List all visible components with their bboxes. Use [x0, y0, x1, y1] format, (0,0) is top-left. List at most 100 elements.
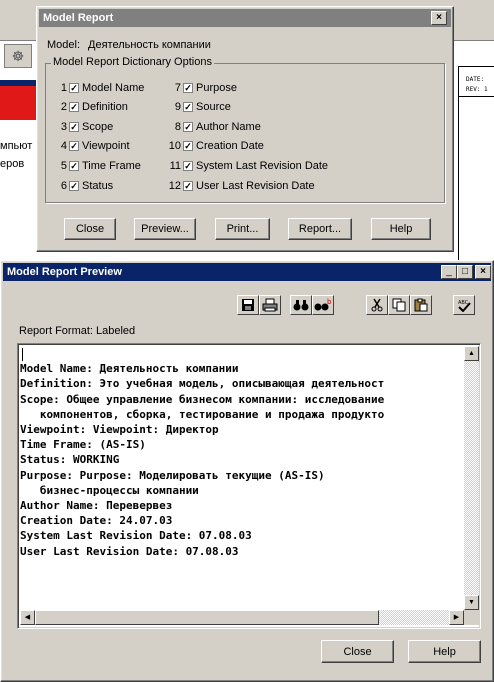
print-button[interactable]: Print... — [215, 218, 270, 240]
close-button[interactable]: Close — [64, 218, 116, 240]
checkbox-checked-icon[interactable]: ✓ — [183, 161, 193, 171]
report-text-area[interactable]: Model Name: Деятельность компании Definit… — [17, 343, 481, 629]
option-number: 10 — [168, 140, 181, 152]
checkbox-checked-icon[interactable]: ✓ — [69, 122, 79, 132]
dictionary-options-label: Model Report Dictionary Options — [51, 56, 214, 68]
preview-close-button[interactable]: Close — [321, 640, 394, 663]
option-label: Time Frame — [82, 160, 141, 172]
report-line: Model Name: Деятельность компании — [20, 362, 239, 376]
report-button[interactable]: Report... — [288, 218, 352, 240]
maximize-icon[interactable]: □ — [457, 265, 473, 279]
save-icon[interactable] — [237, 295, 259, 315]
option-definition[interactable]: 2 ✓ Definition — [59, 101, 128, 113]
option-author-name[interactable]: 8 ✓ Author Name — [167, 121, 261, 133]
report-line: User Last Revision Date: 07.08.03 — [20, 544, 239, 558]
checkbox-checked-icon[interactable]: ✓ — [69, 102, 79, 112]
option-label: Status — [82, 180, 114, 192]
preview-title: Model Report Preview — [7, 266, 122, 278]
option-number: 2 — [60, 101, 67, 113]
option-number: 11 — [169, 160, 181, 172]
checkbox-checked-icon[interactable]: ✓ — [183, 102, 193, 112]
background-date-label: DATE: — [466, 76, 485, 83]
report-line: компонентов, сборка, тестирование и прод… — [20, 407, 385, 421]
option-label: Source — [196, 101, 231, 113]
checkbox-checked-icon[interactable]: ✓ — [183, 122, 193, 132]
option-status[interactable]: 6 ✓ Status — [59, 180, 113, 192]
background-left-text-2: еров — [0, 158, 25, 170]
scroll-right-icon[interactable]: ▶ — [449, 610, 464, 625]
paste-icon[interactable] — [410, 295, 432, 315]
option-scope[interactable]: 3 ✓ Scope — [59, 121, 113, 133]
option-number: 3 — [60, 121, 67, 133]
model-report-title: Model Report — [43, 12, 114, 24]
option-label: User Last Revision Date — [196, 180, 315, 192]
option-number: 5 — [60, 160, 67, 172]
option-creation-date[interactable]: 10 ✓ Creation Date — [167, 140, 264, 152]
model-label: Model: — [47, 39, 81, 51]
option-number: 7 — [174, 82, 181, 94]
scroll-left-icon[interactable]: ◀ — [20, 610, 35, 625]
checkbox-checked-icon[interactable]: ✓ — [183, 141, 193, 151]
preview-window: Model Report Preview _ □ × b ABC Report … — [0, 260, 494, 682]
minimize-icon[interactable]: _ — [441, 265, 457, 279]
background-red-bar — [0, 86, 40, 120]
option-number: 1 — [60, 82, 67, 94]
background-divider — [458, 96, 494, 97]
option-label: Scope — [82, 121, 114, 133]
close-icon[interactable]: × — [475, 265, 491, 279]
background-rev-label: REV: 1 — [466, 86, 488, 93]
option-label: Model Name — [82, 82, 145, 94]
preview-help-button[interactable]: Help — [408, 640, 481, 663]
checkbox-checked-icon[interactable]: ✓ — [69, 181, 79, 191]
report-line: Purpose: Purpose: Моделировать текущие (… — [20, 468, 325, 482]
horizontal-scroll-thumb[interactable] — [35, 610, 379, 625]
report-line: бизнес-процессы компании — [20, 483, 199, 497]
report-line: System Last Revision Date: 07.08.03 — [20, 529, 252, 543]
option-label: Creation Date — [196, 140, 264, 152]
report-format-label: Report Format: Labeled — [19, 325, 136, 337]
checkbox-checked-icon[interactable]: ✓ — [69, 141, 79, 151]
find-icon[interactable] — [290, 295, 312, 315]
background-toolbar-icon[interactable]: ☸ — [4, 44, 32, 68]
close-icon[interactable]: × — [431, 11, 447, 25]
option-purpose[interactable]: 7 ✓ Purpose — [167, 82, 237, 94]
find-next-icon[interactable]: b — [312, 295, 334, 315]
option-number: 6 — [60, 180, 67, 192]
checkbox-checked-icon[interactable]: ✓ — [69, 83, 79, 93]
preview-button[interactable]: Preview... — [134, 218, 196, 240]
report-text-content: Model Name: Деятельность компании Definit… — [20, 346, 464, 608]
background-blue-bar — [0, 80, 40, 86]
option-viewpoint[interactable]: 4 ✓ Viewpoint — [59, 140, 130, 152]
model-name: Деятельность компании — [88, 39, 211, 51]
option-label: Author Name — [196, 121, 261, 133]
cut-icon[interactable] — [366, 295, 388, 315]
scroll-up-icon[interactable]: ▲ — [464, 346, 479, 361]
checkbox-checked-icon[interactable]: ✓ — [183, 181, 193, 191]
horizontal-scrollbar[interactable]: ◀ ▶ — [20, 610, 464, 625]
option-number: 12 — [168, 180, 181, 192]
checkbox-checked-icon[interactable]: ✓ — [183, 83, 193, 93]
option-source[interactable]: 9 ✓ Source — [167, 101, 231, 113]
option-number: 9 — [174, 101, 181, 113]
checkbox-checked-icon[interactable]: ✓ — [69, 161, 79, 171]
report-line — [20, 346, 464, 361]
report-line: Author Name: Перевервез — [20, 499, 173, 513]
option-system-last-revision-date[interactable]: 11 ✓ System Last Revision Date — [167, 160, 328, 172]
option-number: 8 — [174, 121, 181, 133]
option-user-last-revision-date[interactable]: 12 ✓ User Last Revision Date — [167, 180, 315, 192]
help-button[interactable]: Help — [371, 218, 431, 240]
option-label: Viewpoint — [82, 140, 130, 152]
option-label: Definition — [82, 101, 128, 113]
scroll-down-icon[interactable]: ▼ — [464, 595, 479, 610]
copy-icon[interactable] — [388, 295, 410, 315]
spell-check-icon[interactable]: ABC — [453, 295, 475, 315]
option-time-frame[interactable]: 5 ✓ Time Frame — [59, 160, 141, 172]
vertical-scrollbar[interactable]: ▲ ▼ — [464, 346, 479, 610]
report-line: Definition: Это учебная модель, описываю… — [20, 377, 385, 391]
print-icon[interactable] — [259, 295, 281, 315]
model-report-dialog: Model Report × Model: Деятельность компа… — [36, 6, 454, 252]
report-line: Time Frame: (AS-IS) — [20, 438, 146, 452]
option-label: Purpose — [196, 82, 237, 94]
scroll-corner — [464, 610, 479, 625]
option-model-name[interactable]: 1 ✓ Model Name — [59, 82, 144, 94]
